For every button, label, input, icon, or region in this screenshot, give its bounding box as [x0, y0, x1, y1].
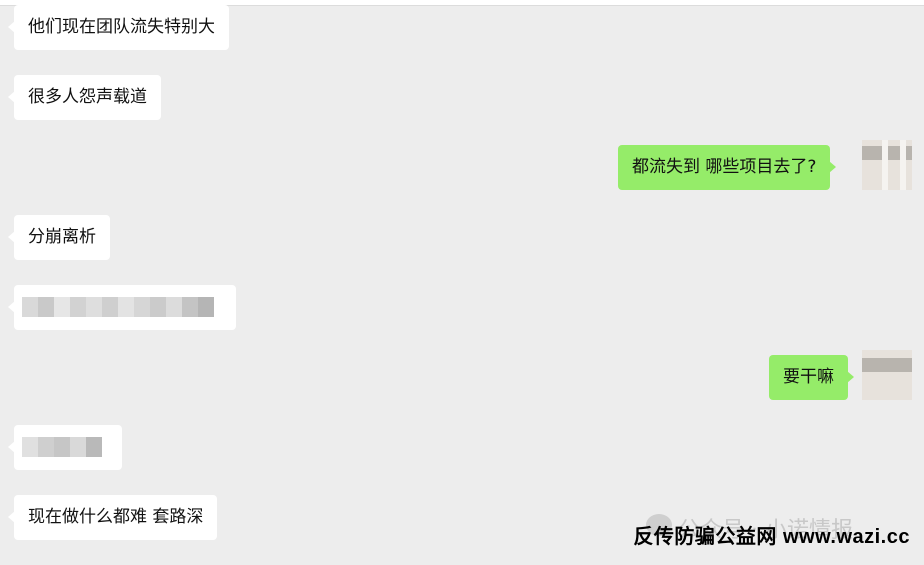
- user-avatar[interactable]: [862, 140, 912, 190]
- avatar-blur-stripe: [882, 140, 888, 190]
- message-bubble-incoming[interactable]: 很多人怨声载道: [8, 75, 161, 120]
- message-bubble-incoming[interactable]: 他们现在团队流失特别大: [8, 5, 229, 50]
- message-bubble-outgoing[interactable]: 都流失到 哪些项目去了?: [618, 145, 837, 190]
- message-bubble-outgoing[interactable]: 要干嘛: [769, 355, 854, 400]
- user-avatar[interactable]: [862, 350, 912, 400]
- message-text: 他们现在团队流失特别大: [28, 17, 215, 37]
- message-bubble-incoming[interactable]: 分崩离析: [8, 215, 110, 260]
- message-text: 分崩离析: [28, 227, 96, 247]
- message-bubble-redacted[interactable]: [8, 285, 236, 330]
- message-text: 很多人怨声载道: [28, 87, 147, 107]
- site-watermark: 反传防骗公益网 www.wazi.cc: [633, 526, 910, 548]
- message-text: 要干嘛: [783, 367, 834, 387]
- message-text: 现在做什么都难 套路深: [28, 507, 204, 527]
- redacted-mosaic: [22, 297, 214, 317]
- message-text: 都流失到 哪些项目去了?: [632, 157, 817, 177]
- redacted-mosaic: [22, 437, 102, 457]
- message-bubble-redacted[interactable]: [8, 425, 122, 470]
- avatar-blur-band: [862, 358, 912, 372]
- message-bubble-incoming[interactable]: 现在做什么都难 套路深: [7, 495, 218, 540]
- avatar-blur-stripe: [900, 140, 906, 190]
